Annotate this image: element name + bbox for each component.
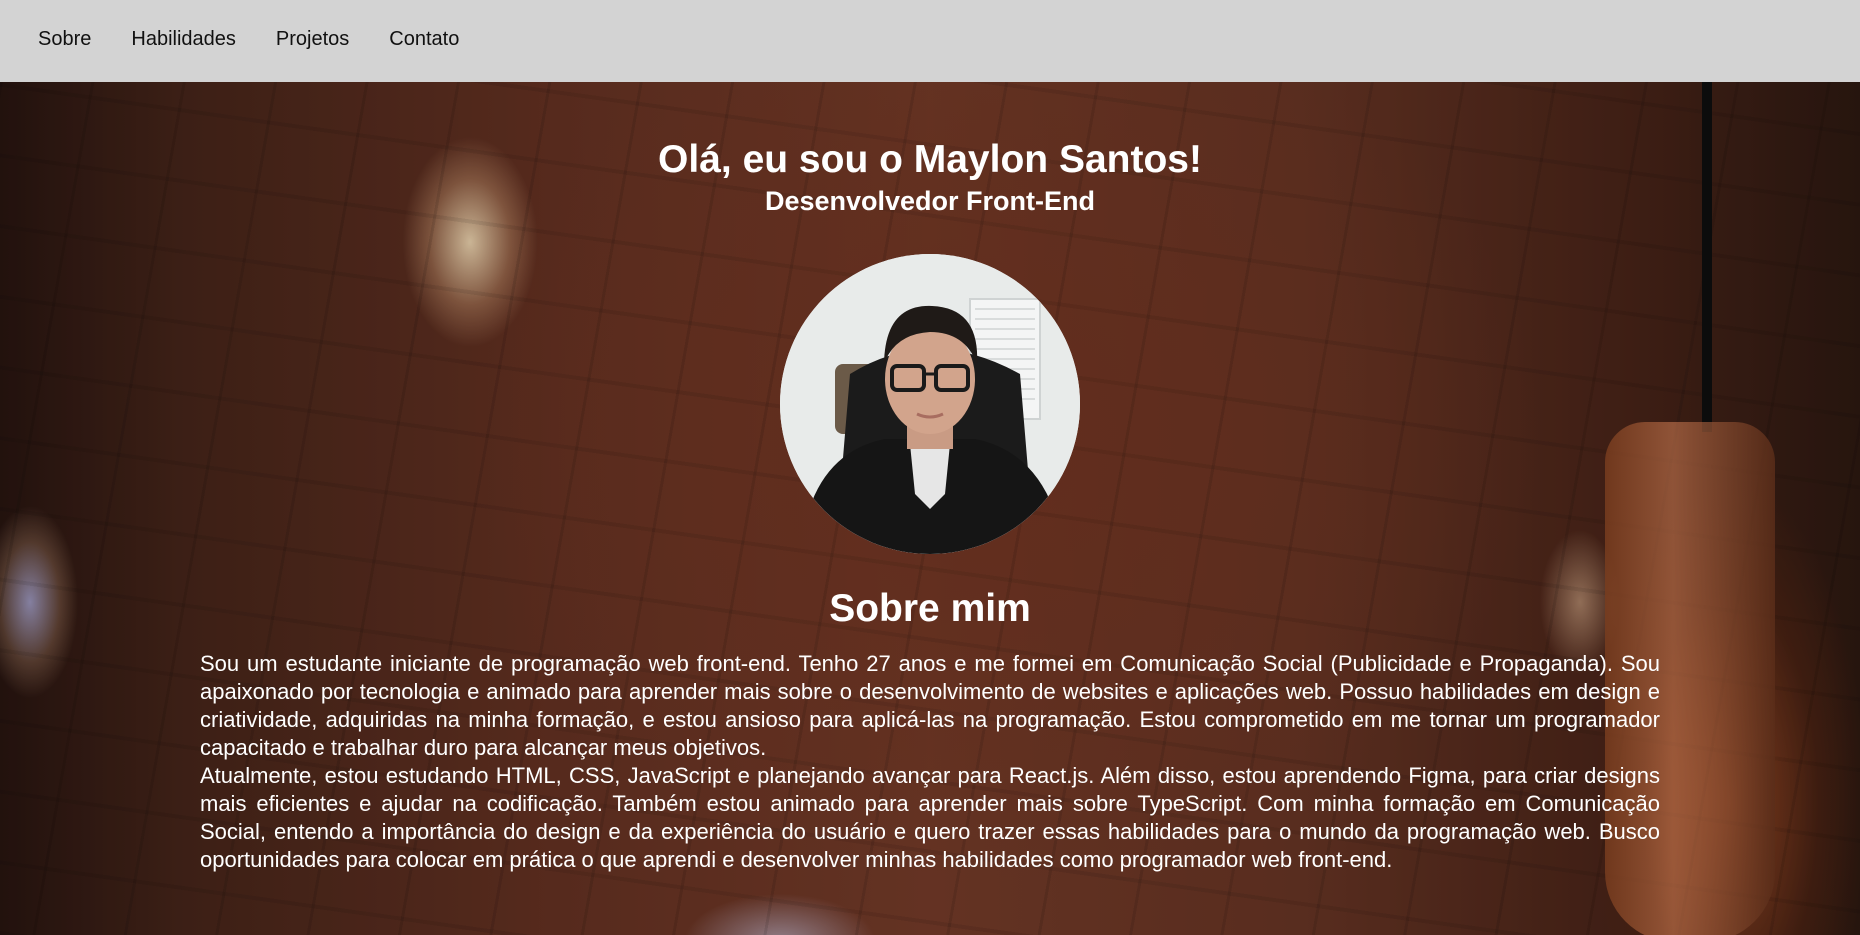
profile-avatar — [780, 254, 1080, 554]
hero-title: Olá, eu sou o Maylon Santos! — [658, 138, 1202, 181]
lamp-cord-decoration — [1702, 82, 1712, 432]
nav-link-habilidades[interactable]: Habilidades — [131, 28, 236, 51]
nav-link-projetos[interactable]: Projetos — [276, 28, 349, 51]
about-text: Sou um estudante iniciante de programaçã… — [200, 650, 1660, 874]
nav-link-sobre[interactable]: Sobre — [38, 28, 91, 51]
profile-photo — [780, 254, 1080, 554]
about-heading: Sobre mim — [829, 587, 1031, 630]
about-paragraph: Atualmente, estou estudando HTML, CSS, J… — [200, 763, 1660, 872]
nav-link-contato[interactable]: Contato — [389, 28, 459, 51]
top-navbar: Sobre Habilidades Projetos Contato — [0, 0, 1860, 82]
hero-subtitle: Desenvolvedor Front-End — [764, 186, 1096, 216]
about-paragraph: Sou um estudante iniciante de programaçã… — [200, 651, 1660, 760]
